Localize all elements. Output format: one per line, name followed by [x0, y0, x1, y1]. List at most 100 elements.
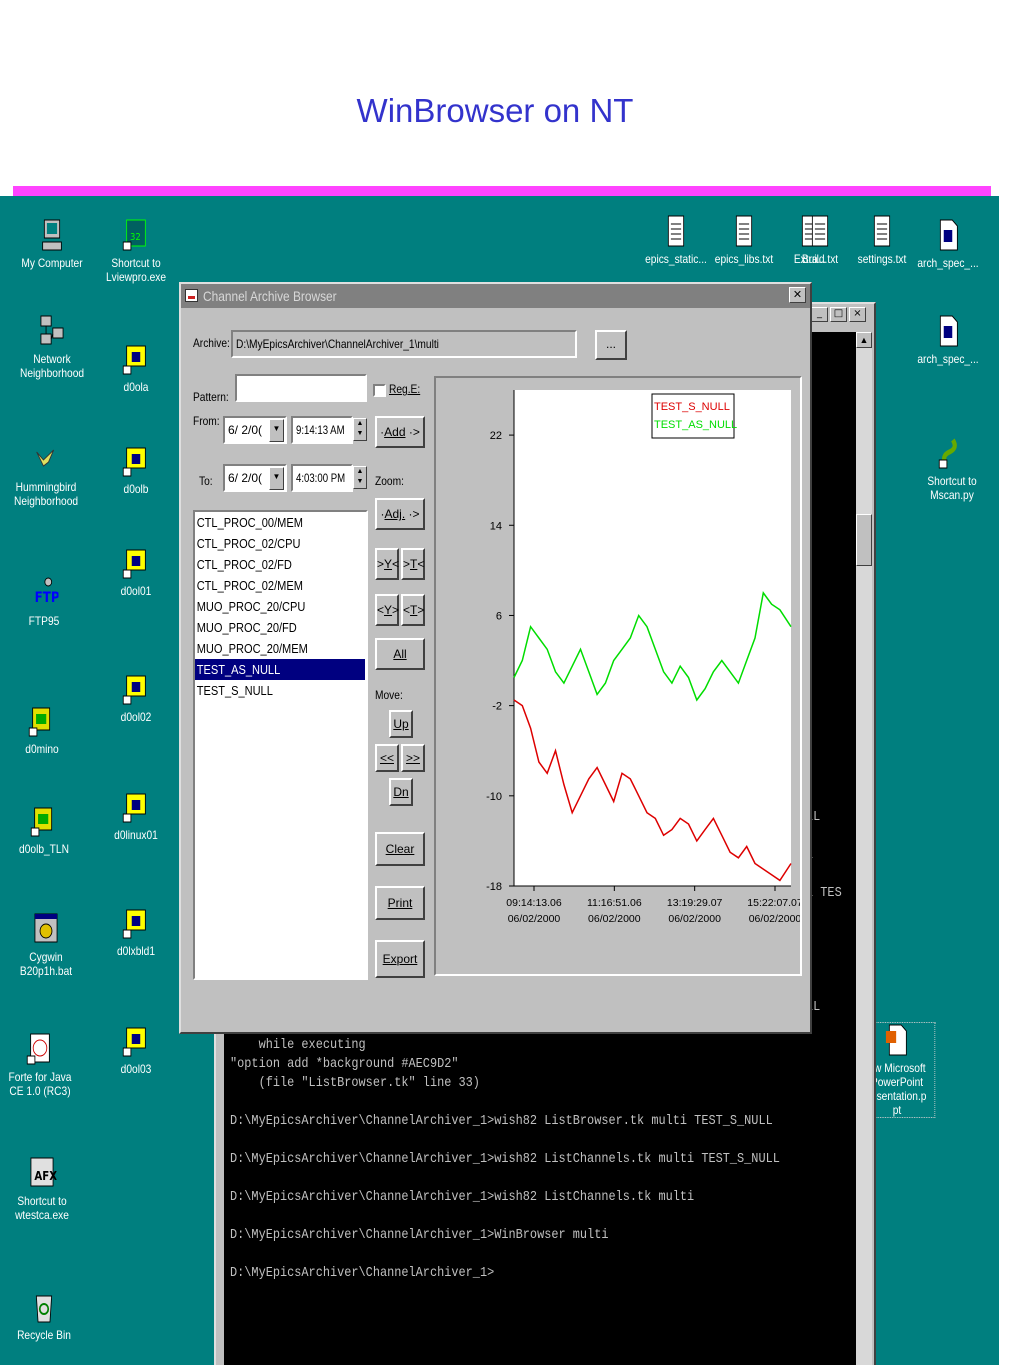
zoom-out-t-button[interactable]: <T>: [401, 594, 425, 626]
forte-java-icon[interactable]: Forte for Java CE 1.0 (RC3): [0, 1032, 81, 1098]
channel-list-item[interactable]: TEST_AS_NULL: [195, 659, 365, 680]
channel-list[interactable]: CTL_PROC_00/MEM CTL_PROC_02/CPU CTL_PROC_0…: [193, 510, 368, 980]
d0olb-icon[interactable]: d0olb: [95, 444, 177, 496]
close-button[interactable]: ×: [849, 307, 866, 322]
document-icon: [939, 219, 958, 251]
close-button[interactable]: ✕: [789, 287, 806, 303]
zoom-in-y-label: Y: [384, 557, 393, 571]
minimize-button[interactable]: _: [811, 307, 828, 322]
zoom-in-y-button[interactable]: >Y<: [375, 548, 399, 580]
archive-label: Archive:: [193, 336, 230, 350]
network-neighborhood-icon[interactable]: Network Neighborhood: [11, 314, 93, 380]
channel-list-item[interactable]: CTL_PROC_02/MEM: [195, 575, 340, 596]
to-time-spinner[interactable]: ▲ ▼: [353, 466, 367, 489]
x-tick-time-label: 15:22:07.07: [747, 897, 800, 909]
svg-text:AFX: AFX: [34, 1169, 56, 1183]
move-right-button[interactable]: >>: [401, 744, 425, 772]
x-tick-time-label: 09:14:13.06: [506, 897, 562, 909]
zoom-all-button[interactable]: All: [375, 638, 425, 670]
python-icon: [938, 438, 957, 469]
archive-plot[interactable]: 22 14 6 -2 -10 -18 09:14:13.06 06/02/2000 11:16:…: [436, 378, 803, 974]
lock-icon: [122, 345, 146, 375]
y-tick-label: -10: [486, 791, 502, 803]
to-time-value: 4:03:00 PM: [296, 471, 346, 485]
svg-text:32: 32: [130, 231, 141, 243]
adjust-button[interactable]: ·Adj. ·>: [375, 498, 425, 530]
scroll-up-button[interactable]: ▲: [856, 332, 872, 348]
chevron-down-icon[interactable]: ▼: [269, 467, 284, 490]
arch-spec-1-icon[interactable]: arch_spec_...: [907, 218, 989, 270]
zoom-out-t-label: T: [410, 603, 418, 617]
network-icon: [40, 315, 64, 345]
d0mino-icon[interactable]: d0mino: [1, 704, 83, 756]
channel-list-item[interactable]: MUO_PROC_20/CPU: [195, 596, 340, 617]
to-time-field[interactable]: 4:03:00 PM: [291, 464, 353, 492]
move-label: Move:: [375, 688, 403, 702]
x-tick-time-label: 13:19:29.07: [667, 897, 723, 909]
d0ola-icon[interactable]: d0ola: [95, 342, 177, 394]
y-tick-label: -2: [492, 701, 502, 713]
move-up-button[interactable]: Up: [389, 710, 413, 738]
regex-checkbox[interactable]: [373, 384, 386, 397]
clear-button[interactable]: Clear: [375, 832, 425, 866]
pattern-input[interactable]: [235, 374, 367, 402]
d0ol02-icon[interactable]: d0ol02: [95, 672, 177, 724]
cmd-scrollbar[interactable]: ▲ ▼: [856, 332, 872, 1365]
move-down-label: Dn: [393, 785, 409, 799]
archive-path-field[interactable]: D:\MyEpicsArchiver\ChannelArchiver_1\mul…: [231, 330, 577, 358]
svg-text:FTP: FTP: [35, 590, 59, 606]
wtestca-icon[interactable]: AFX Shortcut to wtestca.exe: [1, 1156, 83, 1222]
channel-list-item[interactable]: TEST_S_NULL: [195, 680, 340, 701]
dialog-titlebar[interactable]: Channel Archive Browser ✕: [181, 284, 810, 308]
d0olb-tln-icon[interactable]: d0olb_TLN: [3, 804, 85, 856]
export-label: Export: [382, 952, 418, 966]
d0linux01-icon[interactable]: d0linux01: [95, 790, 177, 842]
my-computer-icon[interactable]: My Computer: [11, 218, 93, 270]
mscan-icon[interactable]: Shortcut to Mscan.py: [911, 436, 993, 502]
from-time-spinner[interactable]: ▲ ▼: [353, 418, 367, 441]
d0ol01-icon[interactable]: d0ol01: [95, 546, 177, 598]
lock-icon: [122, 447, 146, 477]
channel-list-item[interactable]: CTL_PROC_02/FD: [195, 554, 340, 575]
add-button[interactable]: ·Add ·>: [375, 416, 425, 448]
dialog-title: Channel Archive Browser: [203, 288, 337, 304]
ftp95-icon[interactable]: FTP FTP95: [3, 576, 85, 628]
from-date-combo[interactable]: 6/ 2/0( ▼: [223, 416, 287, 444]
recycle-bin-icon[interactable]: Recycle Bin: [3, 1290, 85, 1342]
x-tick-time-label: 11:16:51.06: [587, 897, 642, 909]
zoom-out-y-button[interactable]: <Y>: [375, 594, 399, 626]
x-tick-date-label: 06/02/2000: [508, 913, 561, 925]
browse-archive-button[interactable]: ...: [595, 330, 627, 360]
hummingbird-neighborhood-icon[interactable]: Hummingbird Neighborhood: [5, 442, 87, 508]
print-button[interactable]: Print: [375, 886, 425, 920]
from-time-field[interactable]: 9:14:13 AM: [291, 416, 353, 444]
from-date-value: 6/ 2/0(: [228, 423, 263, 437]
export-button[interactable]: Export: [375, 940, 425, 978]
d0lxbld1-icon[interactable]: d0lxbld1: [95, 906, 177, 958]
arch-spec-2-icon[interactable]: arch_spec_...: [907, 314, 989, 366]
cygwin-icon[interactable]: Cygwin B20p1h.bat: [5, 912, 87, 978]
move-left-button[interactable]: <<: [375, 744, 399, 772]
x-tick-date-label: 06/02/2000: [749, 913, 800, 925]
channel-list-item[interactable]: CTL_PROC_02/CPU: [195, 533, 340, 554]
maximize-button[interactable]: □: [830, 307, 847, 322]
y-tick-label: -18: [486, 881, 502, 893]
chevron-down-icon[interactable]: ▼: [269, 419, 284, 442]
zoom-in-t-button[interactable]: >T<: [401, 548, 425, 580]
d0ol03-icon[interactable]: d0ol03: [95, 1024, 177, 1076]
ftp-icon: FTP: [35, 577, 59, 606]
lviewpro-icon[interactable]: 32 Shortcut to Lviewpro.exe: [95, 218, 177, 284]
channel-list-item[interactable]: MUO_PROC_20/MEM: [195, 638, 340, 659]
scroll-thumb[interactable]: [856, 514, 872, 566]
channel-archive-browser-window[interactable]: Channel Archive Browser ✕ Archive: D:\My…: [179, 282, 812, 1034]
cmd-line: D:\MyEpicsArchiver\ChannelArchiver_1>Win…: [230, 1227, 609, 1243]
print-label: Print: [387, 896, 413, 910]
move-down-button[interactable]: Dn: [389, 778, 413, 806]
channel-list-item[interactable]: MUO_PROC_20/FD: [195, 617, 340, 638]
to-date-combo[interactable]: 6/ 2/0( ▼: [223, 464, 287, 492]
lock-icon: [122, 909, 146, 939]
to-date-value: 6/ 2/0(: [228, 471, 263, 485]
channel-list-item[interactable]: CTL_PROC_00/MEM: [195, 512, 340, 533]
legend-entry: TEST_AS_NULL: [654, 419, 737, 431]
gear-icon: [34, 913, 58, 943]
